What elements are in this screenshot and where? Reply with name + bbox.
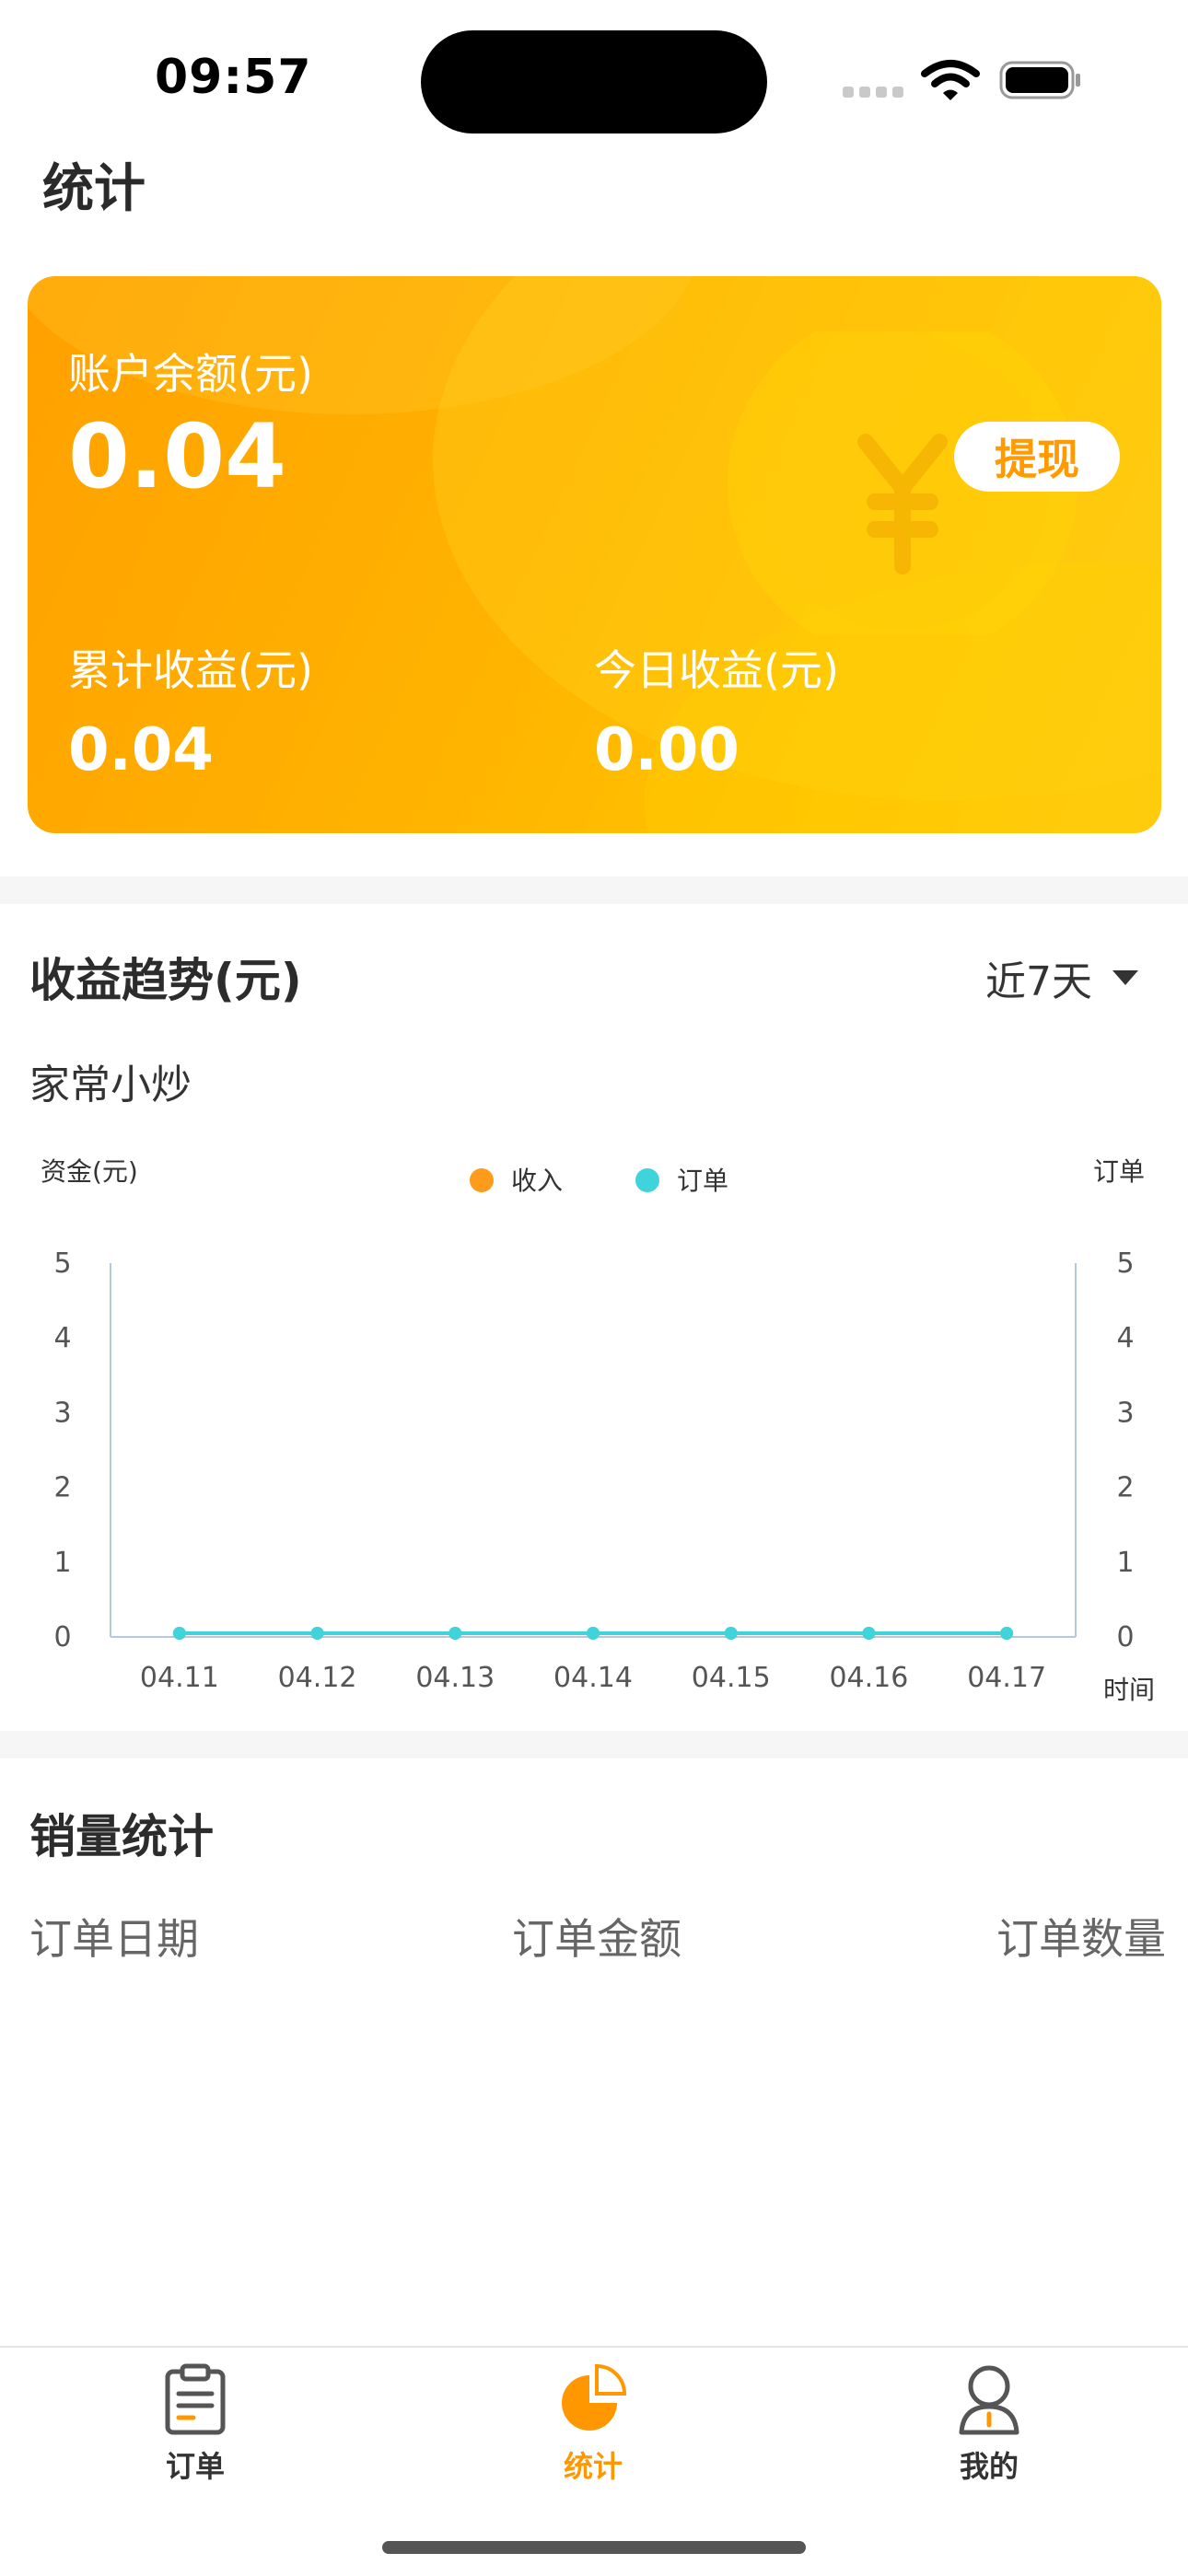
data-point (310, 1627, 324, 1640)
status-time: 09:57 (155, 50, 312, 105)
range-dropdown-label: 近7天 (985, 958, 1092, 1005)
y-tick-label: 2 (53, 1472, 71, 1504)
x-axis-ticks: 04.11 04.12 04.13 04.14 04.15 04.16 04.17 (140, 1662, 1046, 1694)
legend-swatch (470, 1168, 494, 1192)
tab-stats-label: 统计 (563, 2449, 623, 2484)
section-divider (0, 876, 1188, 904)
y-axis-ticks: 0 1 2 3 4 5 (53, 1247, 71, 1654)
data-point (1000, 1627, 1014, 1640)
balance-card: 账户余额(元) 0.04 提现 累计收益(元) 0.04 今日收益(元) 0.0… (28, 276, 1161, 833)
total-earnings-value: 0.04 (68, 716, 214, 784)
x-tick-label: 04.14 (553, 1662, 633, 1694)
x-tick-label: 04.12 (278, 1662, 357, 1694)
balance-value: 0.04 (68, 405, 286, 508)
withdraw-button[interactable]: 提现 (954, 422, 1120, 492)
x-tick-label: 04.11 (140, 1662, 219, 1694)
y2-tick-label: 4 (1116, 1322, 1134, 1354)
trend-title: 收益趋势(元) (29, 954, 302, 1007)
sales-title: 销量统计 (29, 1810, 214, 1863)
clipboard-icon (165, 2363, 226, 2435)
x-axis-title: 时间 (1103, 1675, 1155, 1705)
column-header-amount: 订单金额 (512, 1914, 681, 1964)
y2-tick-label: 5 (1116, 1247, 1134, 1280)
y2-tick-label: 2 (1116, 1472, 1134, 1504)
battery-icon (999, 61, 1080, 99)
y2-axis-title: 订单 (1093, 1156, 1145, 1187)
dynamic-island (421, 30, 767, 133)
y2-tick-label: 1 (1116, 1547, 1134, 1579)
y2-tick-label: 0 (1116, 1621, 1134, 1654)
x-tick-label: 04.13 (415, 1662, 495, 1694)
legend-label: 收入 (511, 1166, 563, 1196)
today-earnings-label: 今日收益(元) (594, 645, 839, 695)
y-tick-label: 0 (53, 1621, 71, 1654)
chart-legend: 收入 订单 (470, 1166, 728, 1196)
section-divider (0, 1731, 1188, 1758)
range-dropdown[interactable]: 近7天 (985, 948, 1138, 1007)
cellular-signal-icon (843, 87, 905, 99)
data-point (448, 1627, 462, 1640)
user-icon (959, 2365, 1019, 2435)
shop-name: 家常小炒 (29, 1062, 192, 1108)
tab-stats[interactable]: 统计 (501, 2362, 685, 2486)
tab-mine[interactable]: 我的 (897, 2362, 1081, 2486)
total-earnings-label: 累计收益(元) (68, 645, 313, 695)
trend-chart: 资金(元) 订单 收入 订单 012345 012345 04.11 04.12 04… (41, 1156, 1155, 1705)
tab-orders[interactable]: 订单 (103, 2362, 287, 2486)
tab-orders-label: 订单 (165, 2449, 225, 2484)
data-point (724, 1627, 738, 1640)
column-header-date: 订单日期 (29, 1914, 199, 1964)
home-indicator (382, 2541, 806, 2554)
y-tick-label: 3 (53, 1397, 71, 1429)
caret-down-icon (1112, 970, 1138, 985)
x-tick-label: 04.15 (692, 1662, 771, 1694)
data-point (172, 1627, 186, 1640)
x-tick-label: 04.17 (967, 1662, 1046, 1694)
page-title: 统计 (42, 159, 146, 219)
tab-mine-label: 我的 (959, 2449, 1019, 2484)
legend-label: 订单 (677, 1166, 728, 1196)
pie-chart-icon (562, 2363, 627, 2431)
balance-label: 账户余额(元) (68, 349, 313, 399)
y-axis-title: 资金(元) (41, 1156, 138, 1187)
y2-axis-ticks: 0 1 2 3 4 5 (1116, 1247, 1134, 1654)
column-header-count: 订单数量 (996, 1914, 1166, 1964)
y-tick-label: 1 (53, 1547, 71, 1579)
y-tick-label: 4 (53, 1322, 71, 1354)
legend-swatch (635, 1168, 659, 1192)
data-point (587, 1627, 600, 1640)
x-tick-label: 04.16 (829, 1662, 908, 1694)
data-point (862, 1627, 876, 1640)
wifi-icon (921, 60, 980, 100)
y-tick-label: 5 (53, 1247, 71, 1280)
today-earnings-value: 0.00 (594, 716, 740, 784)
y2-tick-label: 3 (1116, 1397, 1134, 1429)
